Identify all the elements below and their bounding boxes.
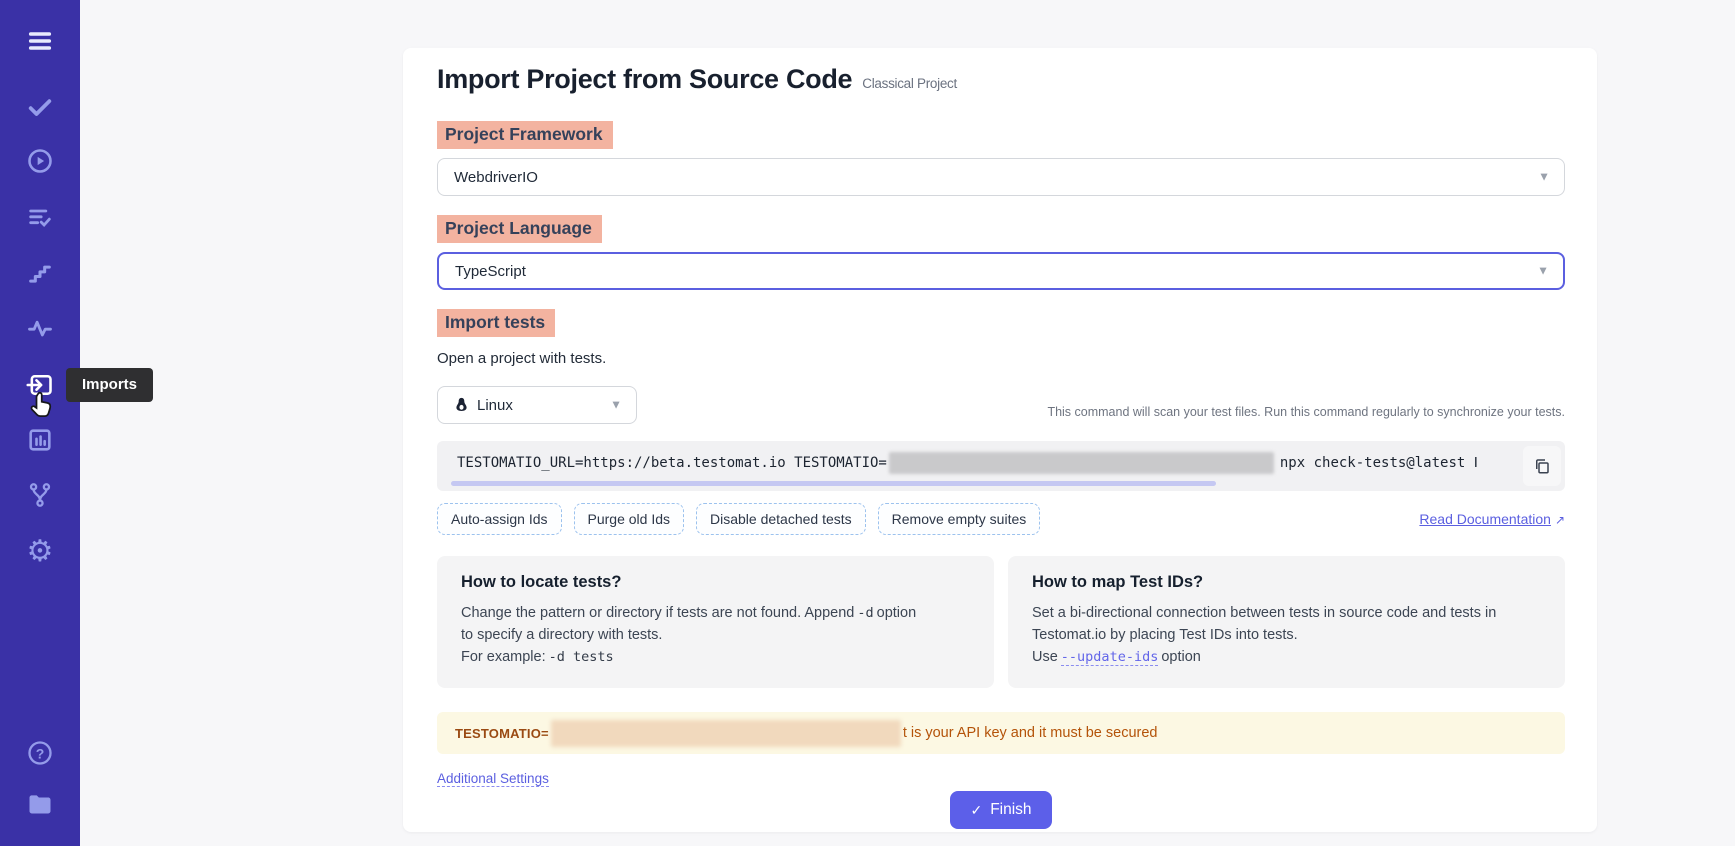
chevron-down-icon: ▼	[610, 398, 622, 412]
os-select[interactable]: Linux ▼	[437, 386, 637, 424]
read-documentation-text: Read Documentation	[1419, 511, 1551, 527]
info-text: Use	[1032, 649, 1058, 665]
info-boxes-row: How to locate tests? Change the pattern …	[437, 556, 1565, 688]
page-subtitle: Classical Project	[862, 76, 957, 91]
play-circle-icon	[26, 147, 54, 175]
check-icon: ✓	[970, 802, 982, 819]
pulse-icon	[26, 314, 54, 342]
info-text: Change the pattern or directory if tests…	[461, 605, 854, 621]
option-disable-detached-tests[interactable]: Disable detached tests	[696, 503, 866, 535]
info-box-locate-tests: How to locate tests? Change the pattern …	[437, 556, 994, 688]
info-box-title: How to locate tests?	[461, 573, 970, 592]
sidebar-item-tests[interactable]	[26, 93, 54, 121]
sidebar-item-branches[interactable]	[26, 481, 54, 509]
chevron-down-icon: ▼	[1538, 170, 1550, 184]
os-select-value: Linux	[477, 397, 513, 414]
app-viewport: ⚙ ? Imports Import Project from Source C…	[0, 0, 1735, 846]
warning-text: t is your API key and it must be secured	[903, 725, 1158, 741]
bar-chart-icon	[26, 426, 54, 454]
check-icon	[26, 93, 54, 121]
framework-label: Project Framework	[437, 121, 613, 149]
info-box-body: Set a bi-directional connection between …	[1032, 603, 1502, 668]
sidebar-item-test-plans[interactable]	[26, 204, 54, 232]
copy-command-button[interactable]	[1523, 446, 1561, 486]
info-text: Set a bi-directional connection between …	[1032, 605, 1496, 643]
folder-icon	[26, 789, 54, 817]
import-options-row: Auto-assign Ids Purge old Ids Disable de…	[437, 503, 1565, 535]
os-row: Linux ▼ This command will scan your test…	[437, 386, 1565, 424]
command-suffix: npx check-tests@latest	[1280, 455, 1465, 471]
import-tests-hint: Open a project with tests.	[437, 350, 1565, 367]
sidebar-item-help[interactable]: ?	[26, 739, 54, 767]
sidebar: ⚙ ?	[0, 0, 80, 846]
gear-icon: ⚙	[27, 538, 54, 566]
sidebar-item-menu[interactable]	[26, 27, 54, 55]
import-project-card: Import Project from Source Code Classical…	[403, 48, 1597, 832]
command-clipped-char: Ⅰ	[1474, 455, 1478, 471]
command-scrollbar[interactable]	[451, 481, 1216, 486]
language-select[interactable]: TypeScript ▼	[437, 252, 1565, 290]
redacted-api-key	[889, 452, 1274, 474]
language-label: Project Language	[437, 215, 602, 243]
sidebar-item-reports[interactable]	[26, 426, 54, 454]
option-purge-old-ids[interactable]: Purge old Ids	[574, 503, 685, 535]
git-branch-icon	[26, 481, 54, 509]
info-text: option	[1161, 649, 1201, 665]
warning-label: TESTOMATIO=	[455, 726, 549, 741]
info-box-body: Change the pattern or directory if tests…	[461, 603, 931, 668]
sidebar-item-milestones[interactable]	[26, 259, 54, 287]
command-text: TESTOMATIO_URL=https://beta.testomat.io …	[457, 452, 1478, 474]
framework-select-value: WebdriverIO	[454, 169, 538, 186]
svg-text:?: ?	[36, 745, 45, 761]
framework-select[interactable]: WebdriverIO ▼	[437, 158, 1565, 196]
stairs-icon	[26, 259, 54, 287]
info-box-map-test-ids: How to map Test IDs? Set a bi-directiona…	[1008, 556, 1565, 688]
info-box-title: How to map Test IDs?	[1032, 573, 1541, 592]
redacted-api-key	[551, 720, 901, 747]
finish-row: ✓ Finish	[437, 791, 1565, 829]
linux-penguin-icon	[454, 397, 469, 414]
finish-button[interactable]: ✓ Finish	[950, 791, 1051, 829]
sidebar-item-settings[interactable]: ⚙	[26, 538, 54, 566]
imports-tooltip: Imports	[66, 368, 153, 402]
command-row: TESTOMATIO_URL=https://beta.testomat.io …	[437, 441, 1565, 491]
inline-code: -d	[857, 605, 873, 621]
sidebar-item-activity[interactable]	[26, 314, 54, 342]
info-text: For example:	[461, 649, 546, 665]
mouse-cursor	[27, 390, 57, 420]
chevron-down-icon: ▼	[1537, 264, 1549, 278]
copy-icon	[1533, 457, 1551, 475]
finish-button-label: Finish	[990, 801, 1031, 819]
page-title: Import Project from Source Code Classical…	[437, 64, 1565, 95]
update-ids-code-link[interactable]: --update-ids	[1061, 649, 1159, 666]
help-circle-icon: ?	[26, 739, 54, 767]
option-auto-assign-ids[interactable]: Auto-assign Ids	[437, 503, 562, 535]
external-link-icon: ↗	[1555, 513, 1565, 527]
additional-settings-link[interactable]: Additional Settings	[437, 771, 549, 787]
command-prefix: TESTOMATIO_URL=https://beta.testomat.io …	[457, 455, 887, 471]
hamburger-menu-icon	[26, 27, 54, 55]
page-title-text: Import Project from Source Code	[437, 64, 852, 94]
api-key-warning: TESTOMATIO= t is your API key and it mus…	[437, 712, 1565, 754]
option-remove-empty-suites[interactable]: Remove empty suites	[878, 503, 1041, 535]
read-documentation-link[interactable]: Read Documentation ↗	[1419, 511, 1565, 527]
import-tests-label: Import tests	[437, 309, 555, 337]
sidebar-item-projects[interactable]	[26, 789, 54, 817]
inline-code: -d tests	[549, 649, 614, 665]
command-hint: This command will scan your test files. …	[1047, 391, 1565, 419]
language-select-value: TypeScript	[455, 263, 526, 280]
sidebar-item-runs[interactable]	[26, 147, 54, 175]
list-check-icon	[26, 204, 54, 232]
